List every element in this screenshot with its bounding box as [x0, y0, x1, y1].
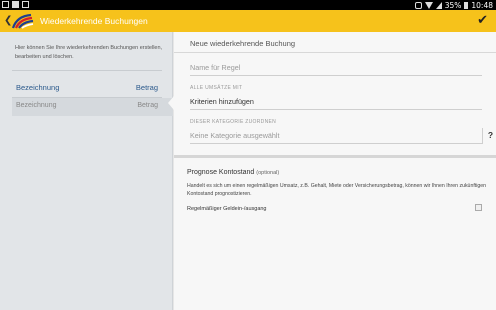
divider [174, 52, 496, 53]
list-description: Hier können Sie Ihre wiederkehrenden Buc… [15, 45, 163, 60]
battery-icon [464, 1, 469, 9]
save-check-icon[interactable]: ✔ [477, 13, 488, 29]
image-icon [12, 1, 19, 8]
status-bar: 35% 10:48 [0, 0, 496, 10]
help-button[interactable]: ? [482, 128, 496, 144]
category-value: Keine Kategorie ausgewählt [190, 131, 280, 140]
list-header-label: Bezeichnung [16, 83, 60, 92]
list-header-row[interactable]: Bezeichnung Betrag [0, 80, 173, 96]
forecast-description: Handelt es sich um einen regelmäßigen Um… [187, 183, 487, 197]
list-item-selected[interactable]: Bezeichnung Betrag [12, 98, 173, 116]
divider [12, 70, 162, 71]
wifi-icon [424, 1, 433, 9]
app-bar: ❮ Wiederkehrende Buchungen ✔ [0, 10, 496, 32]
category-label: DIESER KATEGORIE ZUORDNEN [190, 119, 277, 125]
download-icon [22, 1, 29, 8]
category-field[interactable]: Keine Kategorie ausgewählt ? [190, 128, 493, 144]
forecast-optional-text: (optional) [256, 170, 280, 176]
screenshot-icon [2, 1, 9, 8]
list-item-value: Betrag [137, 102, 158, 109]
list-item-label: Bezeichnung [16, 102, 57, 109]
booking-form-panel: Neue wiederkehrende Buchung Name für Reg… [174, 32, 496, 310]
regular-cashflow-label: Regelmäßiger Geldein-/ausgang [187, 206, 267, 212]
notification-icons [2, 1, 29, 8]
app-logo-icon [11, 13, 34, 29]
section-divider [174, 155, 496, 158]
page-title: Wiederkehrende Buchungen [40, 16, 148, 26]
rule-name-field[interactable]: Name für Regel [190, 60, 482, 76]
forecast-title: Prognose Kontostand (optional) [187, 169, 279, 176]
booking-list-panel: Hier können Sie Ihre wiederkehrenden Buc… [0, 32, 173, 310]
battery-percent: 35% [444, 0, 462, 10]
system-icons: 35% 10:48 [414, 0, 493, 10]
rule-name-placeholder: Name für Regel [190, 63, 241, 72]
clock: 10:48 [471, 0, 493, 10]
criteria-value: Kriterien hinzufügen [190, 97, 254, 106]
form-title: Neue wiederkehrende Buchung [190, 39, 296, 48]
regular-cashflow-checkbox[interactable] [475, 204, 482, 211]
all-transactions-label: ALLE UMSÄTZE MIT [190, 85, 243, 91]
forecast-title-text: Prognose Kontostand [187, 169, 255, 176]
signal-icon [435, 1, 442, 9]
criteria-field[interactable]: Kriterien hinzufügen [190, 94, 482, 110]
mute-icon [414, 1, 422, 9]
list-header-value: Betrag [135, 83, 158, 92]
